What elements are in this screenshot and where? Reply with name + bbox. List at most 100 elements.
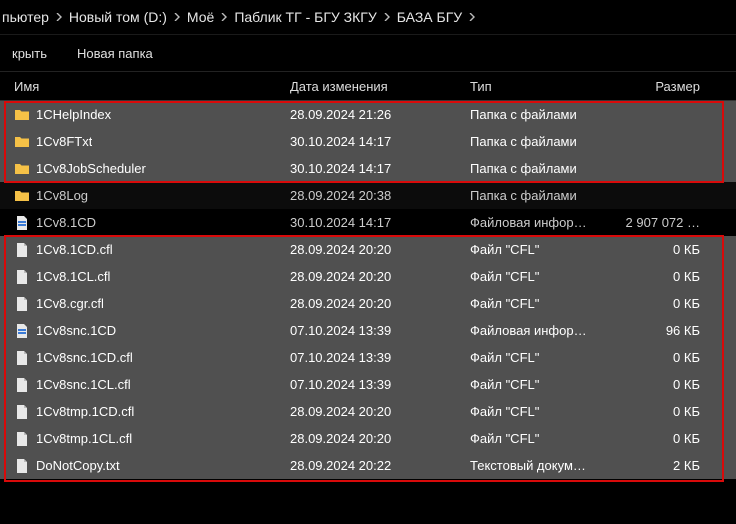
table-row[interactable]: 1Cv8tmp.1CL.cfl 28.09.2024 20:20Файл "CFL… (0, 425, 736, 452)
breadcrumb[interactable]: пьютер Новый том (D:) Моё Паблик ТГ - БГУ З… (0, 0, 736, 35)
file-name: DoNotCopy.txt (36, 458, 120, 473)
breadcrumb-segment[interactable]: Моё (185, 9, 216, 25)
chevron-right-icon (51, 13, 67, 21)
file-name: 1Cv8.1CD (36, 215, 96, 230)
file-icon (14, 431, 30, 447)
file-icon (14, 269, 30, 285)
file-date: 30.10.2024 14:17 (290, 215, 470, 230)
folder-icon (14, 188, 30, 204)
chevron-right-icon (379, 13, 395, 21)
file-date: 30.10.2024 14:17 (290, 134, 470, 149)
file-type: Файловая инфор… (470, 215, 620, 230)
folder-icon (14, 107, 30, 123)
breadcrumb-segment[interactable]: Новый том (D:) (67, 9, 169, 25)
file-date: 28.09.2024 20:20 (290, 269, 470, 284)
file-date: 28.09.2024 20:20 (290, 242, 470, 257)
table-row[interactable]: 1Cv8.1CD 30.10.2024 14:17Файловая инфор…2… (0, 209, 736, 236)
table-row[interactable]: 1Cv8FTxt 30.10.2024 14:17Папка с файлами (0, 128, 736, 155)
file-date: 28.09.2024 21:26 (290, 107, 470, 122)
toolbar: крыть Новая папка (0, 35, 736, 72)
file-name: 1Cv8tmp.1CD.cfl (36, 404, 134, 419)
file-name: 1Cv8Log (36, 188, 88, 203)
file-date: 07.10.2024 13:39 (290, 350, 470, 365)
file-type: Файл "CFL" (470, 377, 620, 392)
file-size: 0 КБ (620, 404, 700, 419)
database-file-icon (14, 215, 30, 231)
file-type: Папка с файлами (470, 134, 620, 149)
file-date: 07.10.2024 13:39 (290, 377, 470, 392)
file-type: Файловая инфор… (470, 323, 620, 338)
file-date: 28.09.2024 20:22 (290, 458, 470, 473)
file-name: 1Cv8.1CD.cfl (36, 242, 113, 257)
file-date: 28.09.2024 20:20 (290, 296, 470, 311)
breadcrumb-segment[interactable]: БАЗА БГУ (395, 9, 464, 25)
header-size[interactable]: Размер (620, 79, 710, 94)
file-name: 1Cv8snc.1CD (36, 323, 116, 338)
file-type: Файл "CFL" (470, 431, 620, 446)
file-name: 1CHelpIndex (36, 107, 111, 122)
database-file-icon (14, 323, 30, 339)
new-folder-button[interactable]: Новая папка (71, 42, 159, 65)
file-size: 96 КБ (620, 323, 700, 338)
breadcrumb-segment[interactable]: Паблик ТГ - БГУ ЗКГУ (232, 9, 378, 25)
open-button[interactable]: крыть (6, 42, 53, 65)
file-size: 0 КБ (620, 269, 700, 284)
file-size: 2 КБ (620, 458, 700, 473)
folder-icon (14, 134, 30, 150)
table-row[interactable]: 1Cv8snc.1CL.cfl 07.10.2024 13:39Файл "CFL… (0, 371, 736, 398)
breadcrumb-segment[interactable]: пьютер (0, 9, 51, 25)
file-type: Файл "CFL" (470, 404, 620, 419)
chevron-right-icon (216, 13, 232, 21)
file-type: Папка с файлами (470, 188, 620, 203)
table-row[interactable]: 1Cv8snc.1CD.cfl 07.10.2024 13:39Файл "CFL… (0, 344, 736, 371)
file-icon (14, 458, 30, 474)
table-row[interactable]: 1Cv8tmp.1CD.cfl 28.09.2024 20:20Файл "CFL… (0, 398, 736, 425)
file-size: 2 907 072 … (620, 215, 700, 230)
table-row[interactable]: 1Cv8snc.1CD 07.10.2024 13:39Файловая инфо… (0, 317, 736, 344)
folder-icon (14, 161, 30, 177)
file-icon (14, 242, 30, 258)
table-row[interactable]: 1Cv8.1CD.cfl 28.09.2024 20:20Файл "CFL"0 … (0, 236, 736, 263)
file-name: 1Cv8snc.1CD.cfl (36, 350, 133, 365)
header-date[interactable]: Дата изменения (290, 79, 470, 94)
file-type: Файл "CFL" (470, 242, 620, 257)
file-date: 28.09.2024 20:20 (290, 404, 470, 419)
file-type: Папка с файлами (470, 107, 620, 122)
file-date: 28.09.2024 20:38 (290, 188, 470, 203)
file-type: Файл "CFL" (470, 350, 620, 365)
file-date: 07.10.2024 13:39 (290, 323, 470, 338)
file-size: 0 КБ (620, 350, 700, 365)
file-type: Текстовый докум… (470, 458, 620, 473)
table-row[interactable]: 1Cv8.cgr.cfl 28.09.2024 20:20Файл "CFL"0 … (0, 290, 736, 317)
file-list: 1CHelpIndex28.09.2024 21:26Папка с файла… (0, 101, 736, 479)
file-icon (14, 404, 30, 420)
file-size: 0 КБ (620, 377, 700, 392)
header-type[interactable]: Тип (470, 79, 620, 94)
table-row[interactable]: 1Cv8JobScheduler 30.10.2024 14:17Папка с … (0, 155, 736, 182)
file-date: 30.10.2024 14:17 (290, 161, 470, 176)
file-type: Файл "CFL" (470, 269, 620, 284)
file-size: 0 КБ (620, 296, 700, 311)
file-name: 1Cv8JobScheduler (36, 161, 146, 176)
file-size: 0 КБ (620, 242, 700, 257)
file-icon (14, 377, 30, 393)
file-date: 28.09.2024 20:20 (290, 431, 470, 446)
file-icon (14, 296, 30, 312)
file-name: 1Cv8FTxt (36, 134, 92, 149)
file-name: 1Cv8.1CL.cfl (36, 269, 110, 284)
header-name[interactable]: Имя (0, 79, 290, 94)
file-type: Файл "CFL" (470, 296, 620, 311)
table-row[interactable]: 1Cv8Log 28.09.2024 20:38Папка с файлами (0, 182, 736, 209)
file-name: 1Cv8snc.1CL.cfl (36, 377, 131, 392)
table-row[interactable]: 1CHelpIndex 28.09.2024 21:26Папка с файла… (0, 101, 736, 128)
table-row[interactable]: 1Cv8.1CL.cfl 28.09.2024 20:20Файл "CFL"0 … (0, 263, 736, 290)
file-icon (14, 350, 30, 366)
file-name: 1Cv8.cgr.cfl (36, 296, 104, 311)
file-name: 1Cv8tmp.1CL.cfl (36, 431, 132, 446)
chevron-right-icon (464, 13, 480, 21)
chevron-right-icon (169, 13, 185, 21)
table-row[interactable]: DoNotCopy.txt 28.09.2024 20:22Текстовый д… (0, 452, 736, 479)
file-size: 0 КБ (620, 431, 700, 446)
file-type: Папка с файлами (470, 161, 620, 176)
column-headers: Имя Дата изменения Тип Размер (0, 72, 736, 101)
